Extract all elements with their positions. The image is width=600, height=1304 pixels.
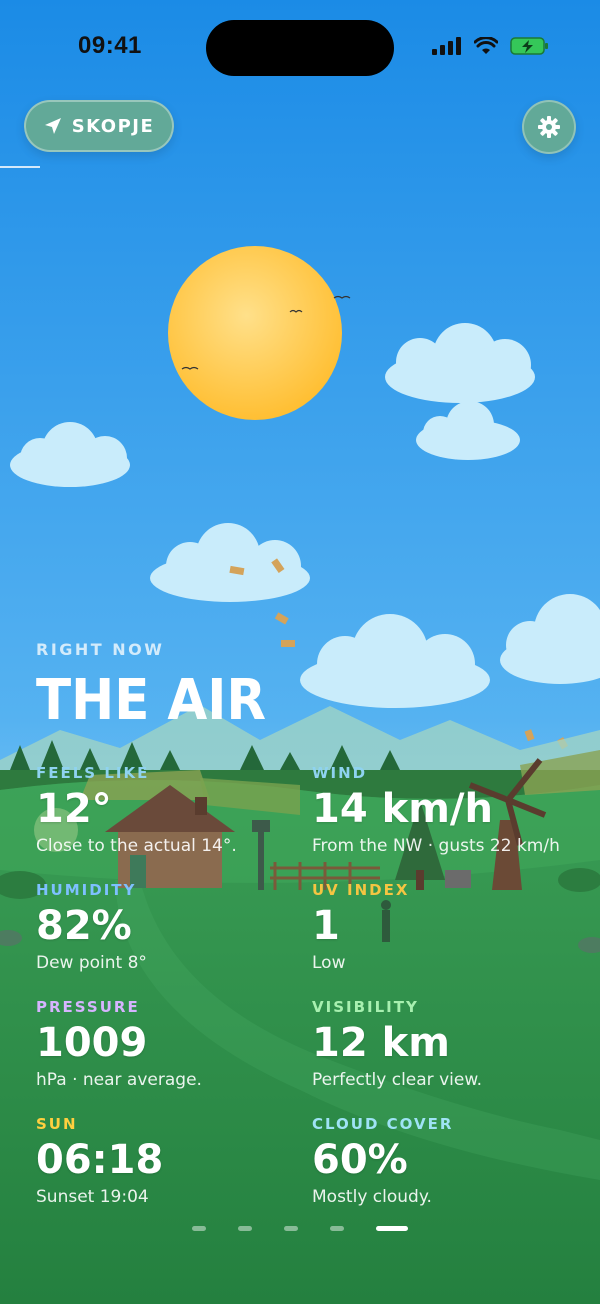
metric-label: VISIBILITY xyxy=(312,998,419,1016)
metrics-grid: FEELS LIKE 12° Close to the actual 14°. … xyxy=(36,764,596,1218)
metric-value: 12° xyxy=(36,786,112,832)
wifi-icon xyxy=(474,37,498,54)
page-dot[interactable] xyxy=(376,1226,408,1231)
metric-cloud-cover: CLOUD COVER 60% Mostly cloudy. xyxy=(312,1115,588,1218)
page-indicator xyxy=(0,1226,600,1231)
metric-label: HUMIDITY xyxy=(36,881,137,899)
metric-subtext: hPa · near average. xyxy=(36,1070,202,1090)
metric-subtext: From the NW · gusts 22 km/h xyxy=(312,836,560,856)
metric-wind: WIND 14 km/h From the NW · gusts 22 km/h xyxy=(312,764,588,867)
location-label: SKOPJE xyxy=(71,115,155,137)
metric-uv-index: UV INDEX 1 Low xyxy=(312,881,588,984)
location-arrow-icon xyxy=(44,118,61,134)
page-dot[interactable] xyxy=(330,1226,344,1231)
settings-button[interactable] xyxy=(522,100,576,154)
location-button[interactable]: SKOPJE xyxy=(24,100,174,152)
page-dot[interactable] xyxy=(238,1226,252,1231)
metric-visibility: VISIBILITY 12 km Perfectly clear view. xyxy=(312,998,588,1101)
metric-value: 1009 xyxy=(36,1020,148,1066)
metric-pressure: PRESSURE 1009 hPa · near average. xyxy=(36,998,312,1101)
metric-label: CLOUD COVER xyxy=(312,1115,454,1133)
metric-subtext: Sunset 19:04 xyxy=(36,1187,149,1207)
page-dot[interactable] xyxy=(284,1226,298,1231)
metric-sun: SUN 06:18 Sunset 19:04 xyxy=(36,1115,312,1218)
page-title: THE AIR xyxy=(36,668,267,733)
metric-humidity: HUMIDITY 82% Dew point 8° xyxy=(36,881,312,984)
cellular-signal-icon xyxy=(432,37,461,55)
metric-value: 60% xyxy=(312,1137,408,1183)
metric-subtext: Low xyxy=(312,953,346,973)
metric-label: FEELS LIKE xyxy=(36,764,150,782)
battery-charging-icon xyxy=(510,37,548,55)
metric-subtext: Dew point 8° xyxy=(36,953,147,973)
metric-value: 1 xyxy=(312,903,340,949)
metric-label: UV INDEX xyxy=(312,881,410,899)
dynamic-island xyxy=(206,20,394,76)
metric-value: 14 km/h xyxy=(312,786,493,832)
page-dot[interactable] xyxy=(192,1226,206,1231)
metric-label: SUN xyxy=(36,1115,78,1133)
main-heading: RIGHT NOW THE AIR xyxy=(36,640,576,729)
metric-subtext: Mostly cloudy. xyxy=(312,1187,432,1207)
metric-feels-like: FEELS LIKE 12° Close to the actual 14°. xyxy=(36,764,312,867)
metric-value: 06:18 xyxy=(36,1137,164,1183)
status-bar: 09:41 xyxy=(0,0,600,96)
status-icons xyxy=(432,36,550,56)
metric-label: WIND xyxy=(312,764,368,782)
gear-icon xyxy=(538,116,560,138)
metric-label: PRESSURE xyxy=(36,998,140,1016)
status-time: 09:41 xyxy=(78,32,142,59)
metric-value: 82% xyxy=(36,903,132,949)
metric-subtext: Perfectly clear view. xyxy=(312,1070,483,1090)
metric-subtext: Close to the actual 14°. xyxy=(36,836,237,856)
metric-value: 12 km xyxy=(312,1020,450,1066)
eyebrow-label: RIGHT NOW xyxy=(36,640,165,659)
